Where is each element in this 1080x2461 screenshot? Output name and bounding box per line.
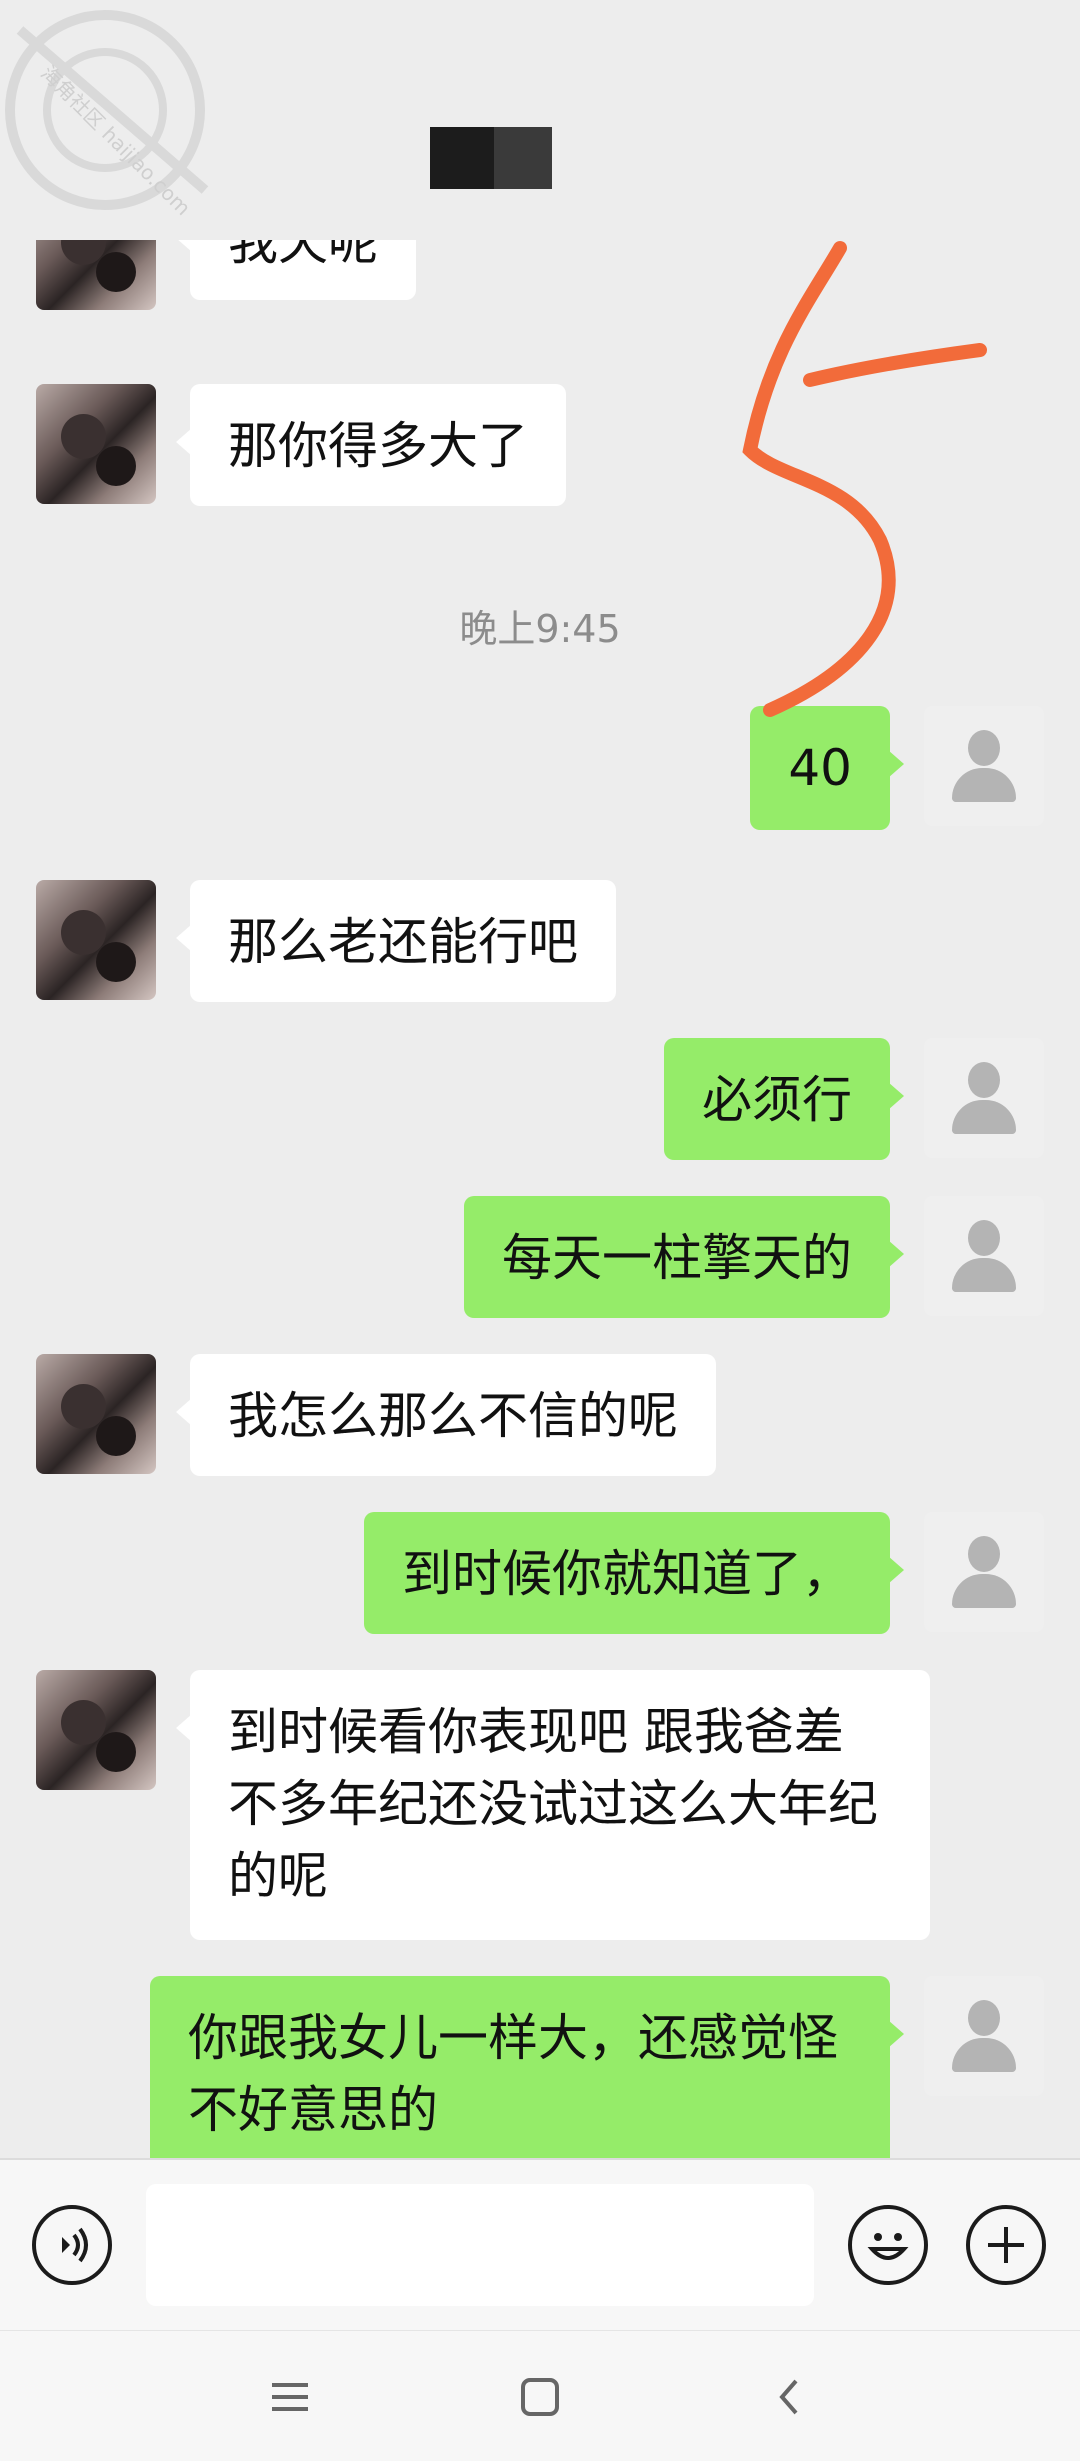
self-avatar[interactable] (924, 1038, 1044, 1158)
menu-icon (272, 2383, 308, 2411)
message-input-bar (0, 2158, 1080, 2332)
message-timestamp: 晚上9:45 (459, 607, 621, 651)
message-list[interactable]: 我天呢 那你得多大了 晚上9:45 40 那么老还能行吧 必须行 每天一柱擎天的… (0, 240, 1080, 2158)
message-bubble-outgoing[interactable]: 到时候你就知道了， (364, 1512, 904, 1634)
nav-home-button[interactable] (510, 2367, 570, 2427)
system-nav-bar (0, 2330, 1080, 2461)
emoji-button[interactable] (848, 2205, 928, 2285)
self-avatar[interactable] (924, 1512, 1044, 1632)
message-row: 到时候看你表现吧 跟我爸差不多年纪还没试过这么大年纪的呢 (0, 1670, 1080, 1942)
smiley-icon (867, 2233, 909, 2260)
message-row: 必须行 (0, 1038, 1080, 1162)
message-row: 那你得多大了 (0, 384, 1080, 508)
message-row: 到时候你就知道了， (0, 1512, 1080, 1636)
home-square-icon (521, 2378, 559, 2416)
message-bubble-incoming[interactable]: 那你得多大了 (176, 384, 566, 506)
message-bubble-incoming[interactable]: 那么老还能行吧 (176, 880, 616, 1002)
contact-avatar[interactable] (36, 880, 156, 1000)
message-bubble-incoming[interactable]: 我天呢 (176, 240, 416, 300)
message-row: 每天一柱擎天的 (0, 1196, 1080, 1320)
message-bubble-outgoing[interactable]: 40 (750, 706, 904, 830)
message-row: 我怎么那么不信的呢 (0, 1354, 1080, 1478)
message-bubble-outgoing[interactable]: 必须行 (664, 1038, 904, 1160)
redacted-chat-title (430, 127, 552, 189)
voice-icon (62, 2227, 88, 2263)
back-chevron-icon (779, 2379, 798, 2415)
contact-avatar[interactable] (36, 384, 156, 504)
message-row: 你跟我女儿一样大，还感觉怪不好意思的 (0, 1976, 1080, 2158)
nav-menu-button[interactable] (260, 2367, 320, 2427)
chat-header: 海角社区 haijiao.com (0, 0, 1080, 240)
message-bubble-outgoing[interactable]: 你跟我女儿一样大，还感觉怪不好意思的 (150, 1976, 904, 2158)
contact-avatar[interactable] (36, 1670, 156, 1790)
message-bubble-outgoing[interactable]: 每天一柱擎天的 (464, 1196, 904, 1318)
contact-avatar[interactable] (36, 1354, 156, 1474)
message-input-field[interactable] (146, 2184, 814, 2306)
nav-back-button[interactable] (760, 2367, 820, 2427)
message-bubble-incoming[interactable]: 到时候看你表现吧 跟我爸差不多年纪还没试过这么大年纪的呢 (176, 1670, 930, 1940)
message-row: 我天呢 (0, 240, 1080, 352)
plus-icon (988, 2227, 1024, 2263)
self-avatar[interactable] (924, 1976, 1044, 2096)
self-avatar[interactable] (924, 1196, 1044, 1316)
self-avatar[interactable] (924, 706, 1044, 826)
voice-input-button[interactable] (32, 2205, 112, 2285)
message-row: 那么老还能行吧 (0, 880, 1080, 1004)
more-options-button[interactable] (966, 2205, 1046, 2285)
watermark-logo: 海角社区 haijiao.com (0, 0, 230, 230)
contact-avatar[interactable] (36, 240, 156, 310)
message-bubble-incoming[interactable]: 我怎么那么不信的呢 (176, 1354, 716, 1476)
message-row: 40 (0, 706, 1080, 830)
